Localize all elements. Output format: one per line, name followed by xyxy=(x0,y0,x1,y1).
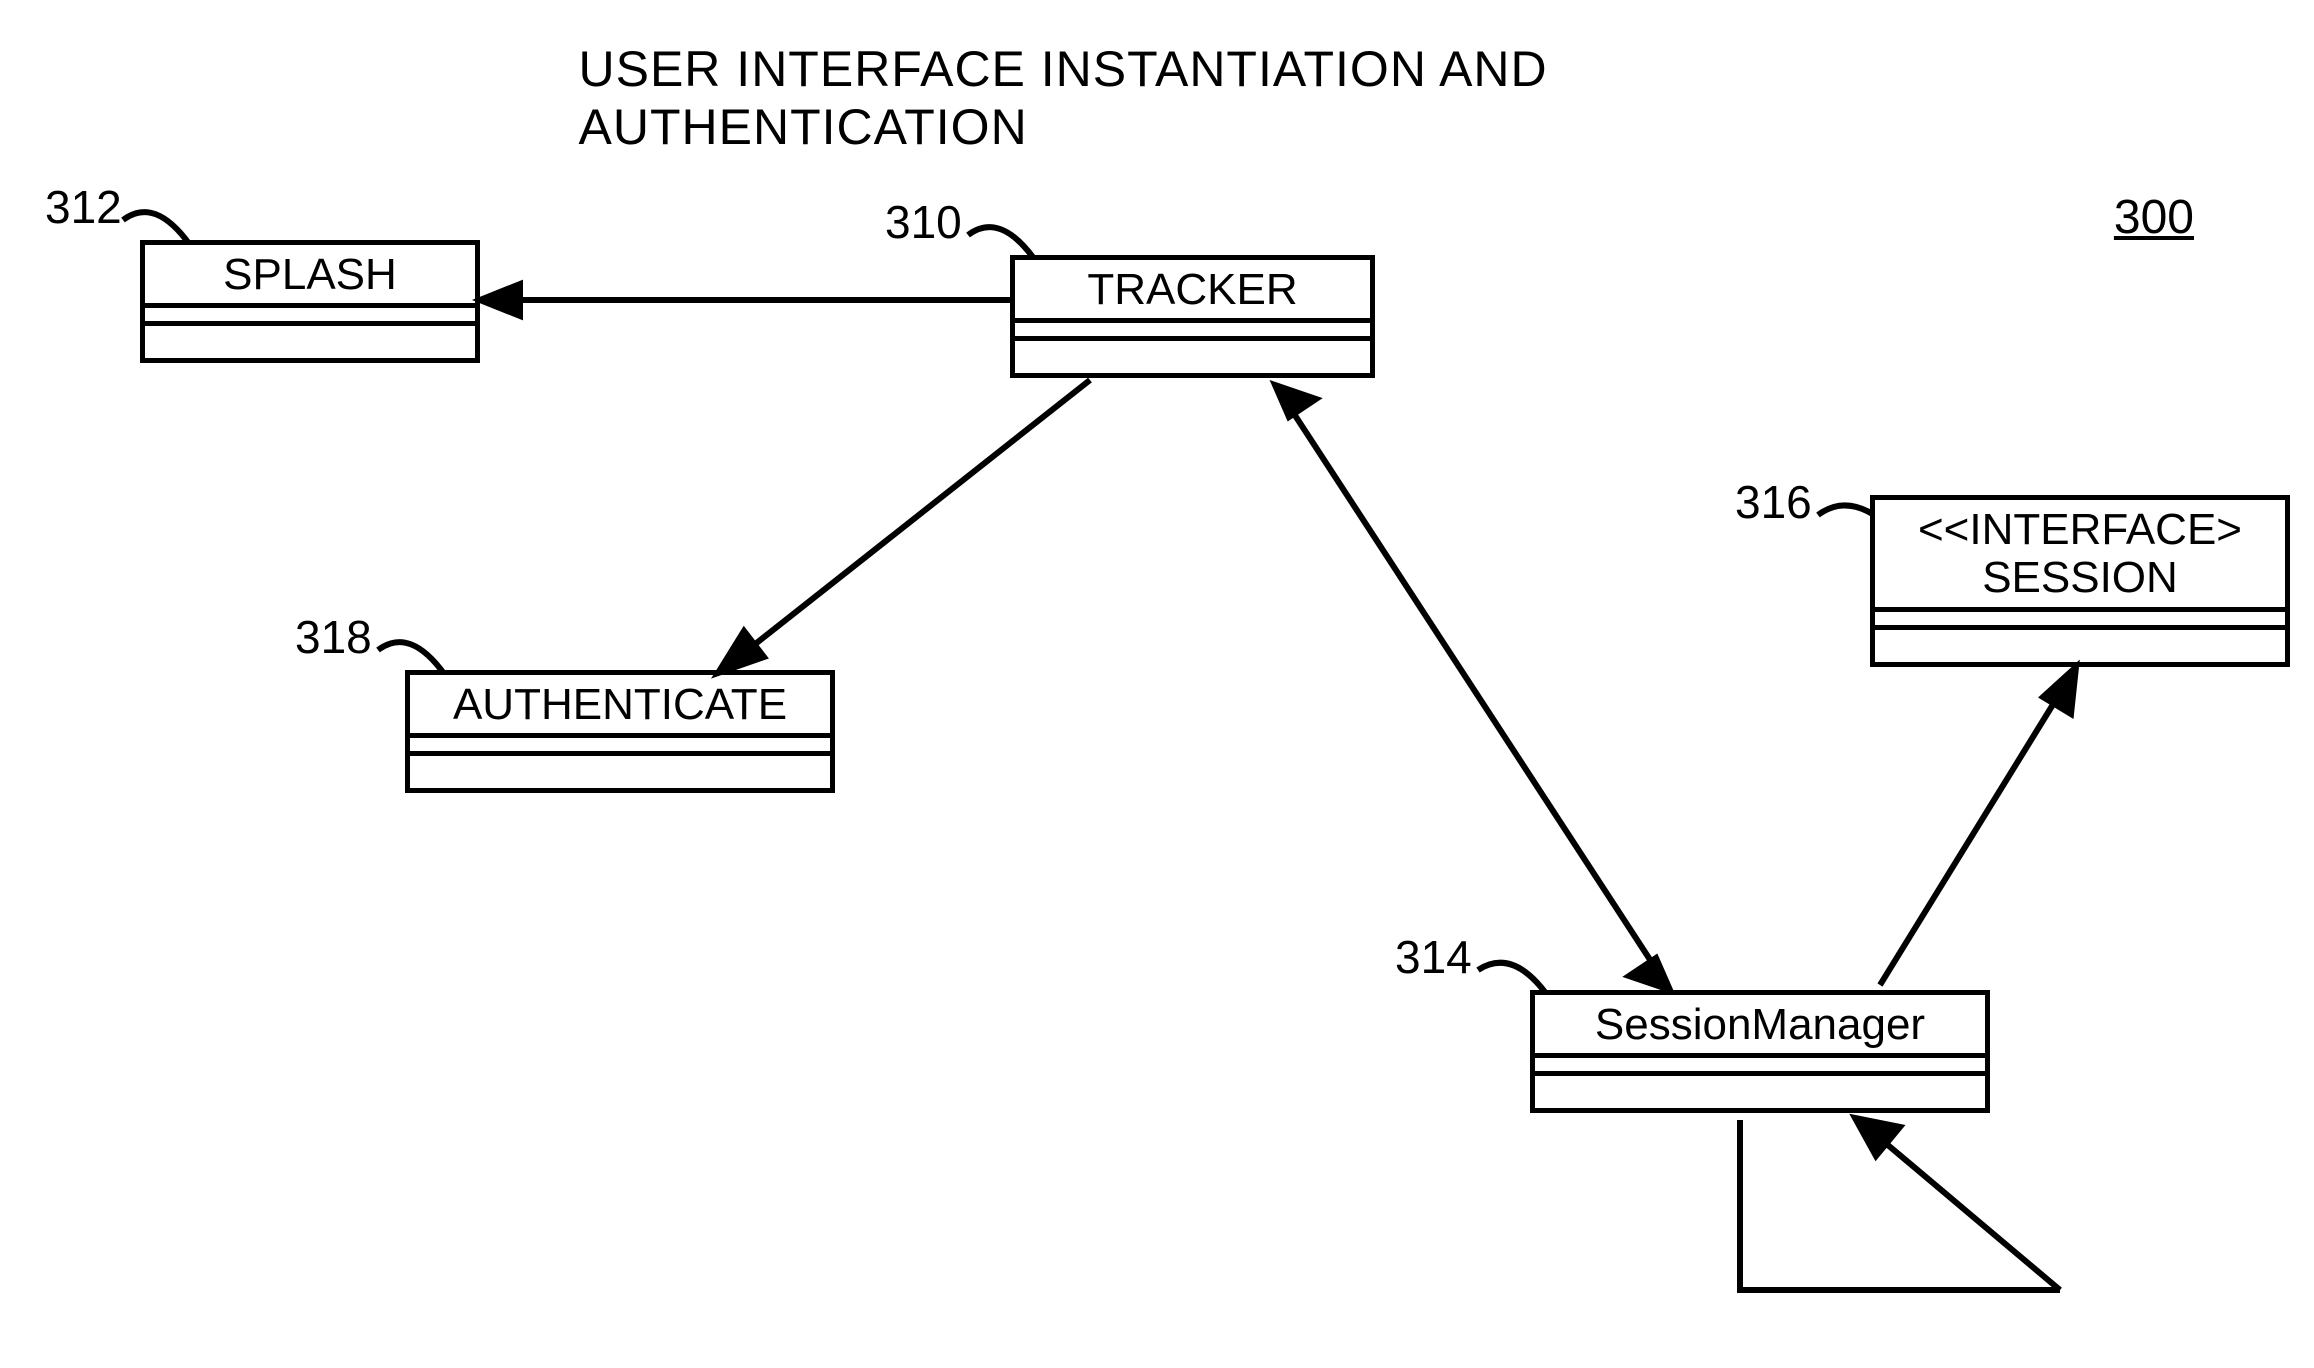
class-attrs-tracker xyxy=(1015,323,1370,341)
class-ops-sessmgr xyxy=(1535,1076,1985,1108)
class-name-tracker: TRACKER xyxy=(1015,260,1370,323)
class-ops-tracker xyxy=(1015,341,1370,373)
arrow-sessmgr-self xyxy=(1740,1118,2060,1290)
class-name-splash: SPLASH xyxy=(145,245,475,308)
class-authenticate: AUTHENTICATE xyxy=(405,670,835,793)
class-attrs-session xyxy=(1875,612,2285,630)
arrow-sessmgr-to-session xyxy=(1880,667,2076,985)
class-name-sessmgr: SessionManager xyxy=(1535,995,1985,1058)
class-tracker: TRACKER xyxy=(1010,255,1375,378)
class-session: <<INTERFACE> SESSION xyxy=(1870,495,2290,667)
class-name-session: <<INTERFACE> SESSION xyxy=(1875,500,2285,612)
class-attrs-splash xyxy=(145,308,475,326)
diagram-title: USER INTERFACE INSTANTIATION AND AUTHENT… xyxy=(579,40,1736,156)
ref-label-session: 316 xyxy=(1735,475,1812,529)
class-ops-splash xyxy=(145,326,475,358)
arrows-layer xyxy=(0,0,2314,1368)
ref-label-auth: 318 xyxy=(295,610,372,664)
class-attrs-auth xyxy=(410,738,830,756)
arrow-tracker-sessmgr xyxy=(1275,385,1670,990)
arrow-tracker-to-auth xyxy=(718,380,1090,673)
class-ops-auth xyxy=(410,756,830,788)
class-splash: SPLASH xyxy=(140,240,480,363)
class-name-auth: AUTHENTICATE xyxy=(410,675,830,738)
arrow-tracker-to-splash xyxy=(480,284,1010,316)
ref-label-tracker: 310 xyxy=(885,195,962,249)
ref-label-sessmgr: 314 xyxy=(1395,930,1472,984)
class-ops-session xyxy=(1875,630,2285,662)
class-attrs-sessmgr xyxy=(1535,1058,1985,1076)
ref-label-splash: 312 xyxy=(45,180,122,234)
class-sessionmanager: SessionManager xyxy=(1530,990,1990,1113)
figure-number: 300 xyxy=(2114,190,2194,245)
